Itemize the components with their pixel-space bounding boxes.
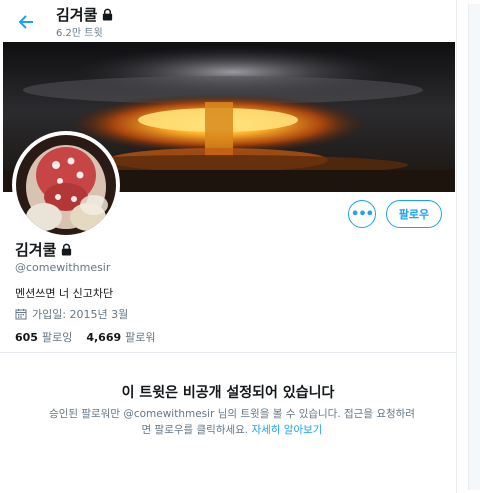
header-title: 김겨쿨	[56, 4, 114, 25]
tweet-count: 6.2만 트윗	[56, 28, 103, 39]
profile-display-name: 김겨쿨	[15, 241, 57, 259]
back-arrow-icon	[18, 15, 33, 29]
avatar-image	[16, 135, 116, 235]
profile-name: 김겨쿨	[15, 239, 73, 260]
right-sidebar-edge	[468, 4, 480, 490]
calendar-icon	[15, 309, 27, 320]
header-name: 김겨쿨	[56, 6, 98, 24]
following-count: 605	[15, 331, 38, 344]
private-notice-title: 이 트윗은 비공개 설정되어 있습니다	[121, 385, 335, 401]
following-link[interactable]: 605 팔로잉	[15, 329, 72, 345]
section-divider	[0, 352, 456, 353]
back-button[interactable]	[14, 10, 38, 34]
private-notice-description: 승인된 팔로워만 @comewithmesir 님의 트윗을 볼 수 있습니다.…	[22, 406, 442, 438]
joined-text: 가입일: 2015년 3월	[32, 308, 129, 321]
learn-more-link[interactable]: 자세히 알아보기	[251, 424, 322, 436]
private-notice-line-2: 면 팔로우를 클릭하세요. 자세히 알아보기	[22, 422, 442, 438]
profile-column: 김겨쿨 6.2만 트윗 ••• 팔로우 김겨쿨 @comewithmesir 멘…	[0, 0, 457, 493]
following-label: 팔로잉	[41, 331, 73, 344]
followers-link[interactable]: 4,669 팔로워	[86, 329, 155, 345]
lock-icon	[62, 243, 72, 256]
joined-date: 가입일: 2015년 3월	[15, 306, 128, 322]
profile-avatar[interactable]	[12, 131, 120, 239]
follow-stats: 605 팔로잉 4,669 팔로워	[15, 329, 156, 345]
followers-label: 팔로워	[125, 331, 156, 344]
private-notice-line-2-text: 면 팔로우를 클릭하세요.	[141, 424, 252, 436]
more-options-button[interactable]: •••	[348, 200, 376, 228]
profile-header: 김겨쿨 6.2만 트윗	[0, 0, 456, 42]
profile-handle: @comewithmesir	[15, 261, 111, 274]
private-notice-line-1: 승인된 팔로워만 @comewithmesir 님의 트윗을 볼 수 있습니다.…	[49, 408, 415, 420]
followers-count: 4,669	[86, 331, 122, 344]
profile-bio: 멘션쓰면 너 신고차단	[15, 287, 114, 300]
lock-icon	[103, 8, 113, 21]
follow-button[interactable]: 팔로우	[386, 200, 442, 228]
more-dots-icon: •••	[351, 206, 374, 222]
